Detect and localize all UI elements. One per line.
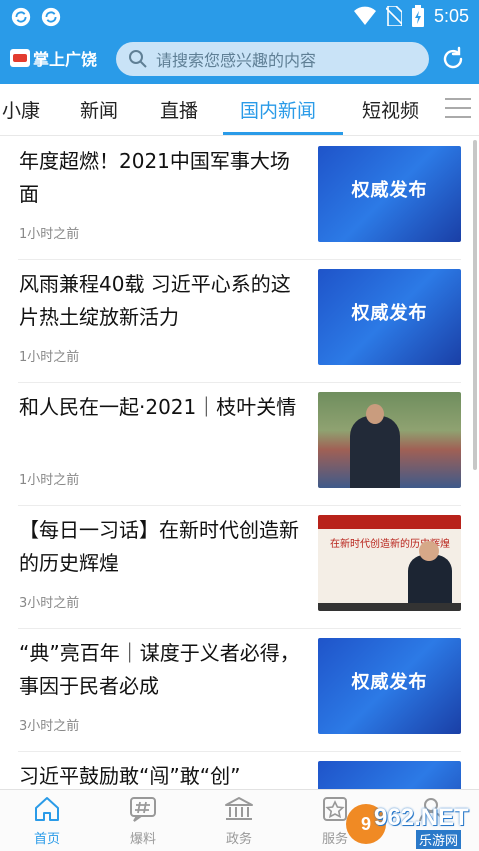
nav-report[interactable]: 爆料 (108, 796, 178, 847)
watermark-sub: 乐游网 (416, 830, 462, 849)
news-title[interactable]: 和人民在一起·2021｜枝叶关情 (19, 391, 304, 424)
no-sim-icon (385, 6, 402, 26)
news-title[interactable]: 年度超燃！2021中国军事大场面 (19, 145, 304, 211)
news-thumbnail[interactable]: 权威发布 (318, 638, 461, 734)
news-title[interactable]: 风雨兼程40载 习近平心系的这片热土绽放新活力 (19, 268, 304, 334)
status-bar: 5:05 (0, 0, 479, 34)
thumbnail-caption: 权威发布 (351, 180, 428, 201)
thumbnail-banner (318, 515, 461, 529)
search-placeholder: 请搜索您感兴趣的内容 (156, 51, 317, 70)
news-thumbnail[interactable]: 在新时代创造新的历史辉煌 (318, 515, 461, 611)
refresh-icon[interactable] (439, 45, 467, 73)
nav-government[interactable]: 政务 (204, 796, 274, 847)
star-service-icon (323, 797, 347, 821)
news-item[interactable]: 习近平鼓励敢“闯”敢“创” (0, 752, 479, 789)
hashtag-chat-icon (130, 797, 156, 822)
nav-label: 首页 (33, 832, 60, 847)
news-item[interactable]: 风雨兼程40载 习近平心系的这片热土绽放新活力 1小时之前 权威发布 (0, 260, 479, 383)
logo-text: 掌上广饶 (33, 50, 98, 69)
photo-person-head (366, 404, 384, 424)
news-time: 1小时之前 (19, 350, 80, 365)
tab-live[interactable]: 直播 (160, 96, 198, 123)
status-time: 5:05 (433, 5, 469, 26)
news-time: 3小时之前 (19, 719, 80, 734)
news-item[interactable]: 年度超燃！2021中国军事大场面 1小时之前 权威发布 (0, 137, 479, 260)
photo-person-head (419, 541, 439, 561)
tab-short-video[interactable]: 短视频 (362, 96, 419, 123)
tab-domestic-news[interactable]: 国内新闻 (240, 96, 316, 123)
app-header: 掌上广饶 请搜索您感兴趣的内容 (0, 34, 479, 84)
site-watermark: 9 962.NET 乐游网 (346, 804, 476, 849)
search-input[interactable]: 请搜索您感兴趣的内容 (116, 42, 429, 76)
thumbnail-caption: 权威发布 (351, 672, 428, 693)
nav-home[interactable]: 首页 (12, 796, 82, 847)
government-building-icon (225, 797, 253, 820)
news-item[interactable]: 和人民在一起·2021｜枝叶关情 1小时之前 (0, 383, 479, 506)
nav-label: 爆料 (129, 832, 156, 847)
thumbnail-caption: 权威发布 (351, 303, 428, 324)
tab-xiaokang[interactable]: 小康 (2, 96, 40, 123)
nav-label: 政务 (225, 832, 252, 847)
watermark-main: 962.NET (374, 804, 469, 831)
sync-icon (41, 7, 61, 27)
search-icon (129, 50, 147, 68)
category-tabs: 小康 新闻 直播 国内新闻 短视频 (0, 84, 479, 136)
news-thumbnail[interactable]: 权威发布 (318, 269, 461, 365)
news-item[interactable]: 【每日一习话】在新时代创造新的历史辉煌 3小时之前 在新时代创造新的历史辉煌 (0, 506, 479, 629)
home-icon (35, 797, 59, 821)
tab-news[interactable]: 新闻 (80, 96, 118, 123)
app-logo: 掌上广饶 (10, 46, 97, 70)
scrollbar[interactable] (473, 140, 477, 470)
news-time: 3小时之前 (19, 596, 80, 611)
news-thumbnail[interactable] (318, 392, 461, 488)
news-feed[interactable]: 年度超燃！2021中国军事大场面 1小时之前 权威发布 风雨兼程40载 习近平心… (0, 137, 479, 789)
wifi-icon (353, 6, 376, 25)
news-title[interactable]: 【每日一习话】在新时代创造新的历史辉煌 (19, 514, 304, 580)
news-item[interactable]: “典”亮百年｜谋度于义者必得，事因于民者必成 3小时之前 权威发布 (0, 629, 479, 752)
menu-icon[interactable] (445, 98, 471, 120)
news-title[interactable]: 习近平鼓励敢“闯”敢“创” (19, 760, 304, 789)
video-progress-bar (318, 603, 461, 611)
logo-mark-icon (10, 49, 30, 67)
news-title[interactable]: “典”亮百年｜谋度于义者必得，事因于民者必成 (19, 637, 304, 703)
news-thumbnail[interactable]: 权威发布 (318, 146, 461, 242)
battery-icon (411, 5, 424, 27)
news-thumbnail[interactable] (318, 761, 461, 789)
sync-icon (11, 7, 31, 27)
news-time: 1小时之前 (19, 473, 80, 488)
news-time: 1小时之前 (19, 227, 80, 242)
active-tab-indicator (223, 132, 343, 135)
photo-person (350, 416, 400, 488)
